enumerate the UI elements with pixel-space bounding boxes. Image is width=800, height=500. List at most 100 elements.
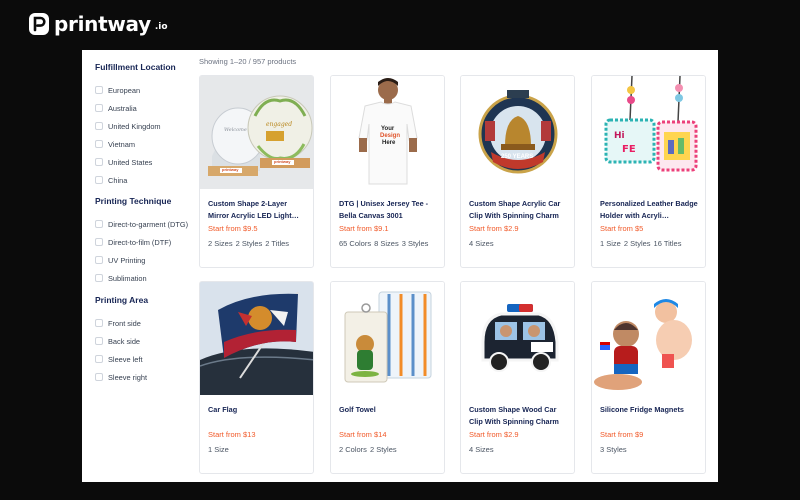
image-caption: printway	[222, 167, 239, 172]
product-meta: 2 Sizes 2 Styles 2 Titles	[208, 239, 289, 248]
product-name[interactable]: DTG | Unisex Jersey Tee - Bella Canvas 3…	[339, 198, 439, 222]
checkbox[interactable]	[95, 158, 103, 166]
checkbox[interactable]	[95, 373, 103, 381]
option-label: Sleeve left	[108, 354, 143, 364]
product-image[interactable]: Welcome engaged printway printway	[200, 76, 313, 189]
image-caption: printway	[274, 159, 291, 164]
fridge-magnets-image	[594, 299, 692, 390]
product-card[interactable]: Golf Towel Start from $14 2 Colors 2 Styl…	[330, 281, 445, 474]
checkbox[interactable]	[95, 256, 103, 264]
option-label: United States	[108, 157, 153, 167]
car-flag-image	[200, 282, 313, 395]
brand-suffix: .io	[154, 22, 168, 32]
product-price: Start from $9.5	[208, 224, 258, 233]
brand-name: printway	[54, 12, 151, 36]
product-name[interactable]: Personalized Leather Badge Holder with A…	[600, 198, 700, 222]
product-image[interactable]	[200, 282, 313, 395]
product-image[interactable]: Your Design Here	[331, 76, 444, 189]
filter-option-sublimation[interactable]: Sublimation	[95, 269, 199, 287]
filter-option-united-states[interactable]: United States	[95, 153, 199, 171]
product-image[interactable]	[331, 282, 444, 395]
catalog-panel: Fulfillment Location European Australia …	[82, 50, 718, 482]
checkbox[interactable]	[95, 176, 103, 184]
meta-item: 4 Sizes	[469, 239, 494, 248]
checkbox[interactable]	[95, 220, 103, 228]
product-name[interactable]: Car Flag	[208, 404, 308, 428]
product-card[interactable]: Welcome engaged printway printway Custom…	[199, 75, 314, 268]
filter-option-sleeve-right[interactable]: Sleeve right	[95, 368, 199, 386]
filter-option-back-side[interactable]: Back side	[95, 332, 199, 350]
checkbox[interactable]	[95, 122, 103, 130]
product-price: Start from $9.1	[339, 224, 389, 233]
option-label: China	[108, 175, 128, 185]
product-image[interactable]	[592, 282, 705, 395]
product-meta: 4 Sizes	[469, 445, 494, 454]
filter-option-front-side[interactable]: Front side	[95, 314, 199, 332]
option-label: Front side	[108, 318, 141, 328]
filter-group-printing-technique: Printing Technique Direct-to-garment (DT…	[95, 195, 199, 287]
filter-option-china[interactable]: China	[95, 171, 199, 189]
brand-logo[interactable]: printway .io	[28, 12, 168, 36]
checkbox[interactable]	[95, 337, 103, 345]
product-card[interactable]: 250 YEARS Custom Shape Acrylic Car Clip …	[460, 75, 575, 268]
product-image[interactable]: Hi FE	[592, 76, 705, 189]
car-clip-badge-image	[478, 90, 558, 174]
product-name[interactable]: Golf Towel	[339, 404, 439, 428]
option-label: Direct-to-film (DTF)	[108, 237, 172, 247]
filter-option-sleeve-left[interactable]: Sleeve left	[95, 350, 199, 368]
meta-item: 1 Size	[600, 239, 621, 248]
filter-title: Printing Area	[95, 295, 149, 305]
meta-item: 2 Styles	[369, 445, 397, 454]
option-label: Vietnam	[108, 139, 135, 149]
option-label: UV Printing	[108, 255, 146, 265]
checkbox[interactable]	[95, 86, 103, 94]
image-caption: Design	[380, 133, 401, 139]
checkbox[interactable]	[95, 140, 103, 148]
meta-item: 4 Sizes	[469, 445, 494, 454]
meta-item: 2 Styles	[235, 239, 263, 248]
svg-text:Hi: Hi	[614, 131, 625, 141]
meta-item: 2 Styles	[623, 239, 651, 248]
filter-option-australia[interactable]: Australia	[95, 99, 199, 117]
svg-text:FE: FE	[622, 144, 636, 155]
product-card[interactable]: Silicone Fridge Magnets Start from $9 3 …	[591, 281, 706, 474]
product-price: Start from $5	[600, 224, 644, 233]
product-card[interactable]: Hi FE Personalized Leather Badge Holder …	[591, 75, 706, 268]
checkbox[interactable]	[95, 238, 103, 246]
product-meta: 1 Size	[208, 445, 229, 454]
filter-option-dtg[interactable]: Direct-to-garment (DTG)	[95, 215, 199, 233]
product-name[interactable]: Custom Shape Wood Car Clip With Spinning…	[469, 404, 569, 428]
filter-option-dtf[interactable]: Direct-to-film (DTF)	[95, 233, 199, 251]
meta-item: 3 Styles	[600, 445, 627, 454]
product-meta: 3 Styles	[600, 445, 627, 454]
product-name[interactable]: Custom Shape 2-Layer Mirror Acrylic LED …	[208, 198, 308, 222]
meta-item: 2 Titles	[265, 239, 290, 248]
acrylic-led-light-image: Welcome engaged	[200, 76, 313, 189]
product-image[interactable]	[461, 282, 574, 395]
checkbox[interactable]	[95, 104, 103, 112]
filter-option-vietnam[interactable]: Vietnam	[95, 135, 199, 153]
meta-item: 2 Sizes	[208, 239, 233, 248]
filter-group-fulfillment: Fulfillment Location European Australia …	[95, 61, 199, 189]
product-price: Start from $2.9	[469, 430, 519, 439]
checkbox[interactable]	[95, 274, 103, 282]
checkbox[interactable]	[95, 355, 103, 363]
product-price: Start from $9	[600, 430, 644, 439]
meta-item: 8 Sizes	[374, 239, 399, 248]
product-price: Start from $13	[208, 430, 256, 439]
product-card[interactable]: Your Design Here DTG | Unisex Jersey Tee…	[330, 75, 445, 268]
filter-option-european[interactable]: European	[95, 81, 199, 99]
product-image[interactable]: 250 YEARS	[461, 76, 574, 189]
option-label: Sublimation	[108, 273, 147, 283]
meta-item: 16 Titles	[653, 239, 682, 248]
filter-option-united-kingdom[interactable]: United Kingdom	[95, 117, 199, 135]
product-name[interactable]: Silicone Fridge Magnets	[600, 404, 700, 428]
product-card[interactable]: Car Flag Start from $13 1 Size	[199, 281, 314, 474]
filter-title: Printing Technique	[95, 196, 172, 206]
product-name[interactable]: Custom Shape Acrylic Car Clip With Spinn…	[469, 198, 569, 222]
product-card[interactable]: Custom Shape Wood Car Clip With Spinning…	[460, 281, 575, 474]
checkbox[interactable]	[95, 319, 103, 327]
printway-logo-icon	[29, 13, 49, 35]
filter-option-uv-printing[interactable]: UV Printing	[95, 251, 199, 269]
image-caption: Here	[382, 140, 396, 146]
